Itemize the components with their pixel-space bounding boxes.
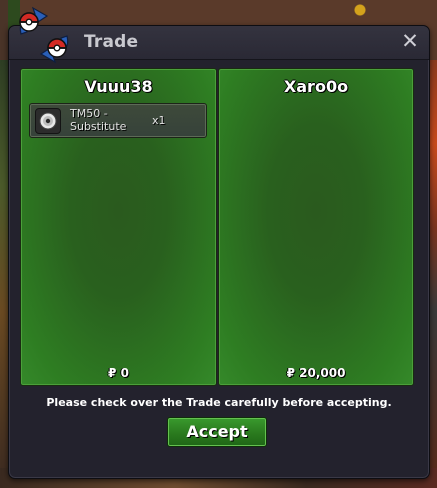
my-offer-panel: Vuuu38 TM50 - Substitute x1 ₽ 0 [20, 68, 217, 386]
money-offer-right: ₽ 20,000 [286, 366, 346, 380]
partner-offer-panel: Xaro0o ₽ 20,000 [218, 68, 414, 386]
trade-logo-icon [9, 4, 79, 66]
trade-window: Trade ✕ Vuuu38 TM50 - Substitute x1 ₽ 0 … [8, 6, 430, 479]
item-name: TM50 - Substitute [70, 107, 127, 133]
money-offer-left[interactable]: ₽ 0 [21, 366, 216, 380]
player-name-left: Vuuu38 [84, 77, 153, 96]
player-name-right: Xaro0o [283, 77, 349, 96]
item-quantity: x1 [152, 114, 166, 127]
trade-notice-text: Please check over the Trade carefully be… [46, 396, 392, 409]
accept-button[interactable]: Accept [167, 417, 267, 447]
tm-disc-icon [35, 108, 61, 134]
close-button[interactable]: ✕ [401, 31, 419, 52]
trade-item-slot[interactable]: TM50 - Substitute x1 [29, 103, 207, 138]
window-title: Trade [84, 32, 139, 52]
